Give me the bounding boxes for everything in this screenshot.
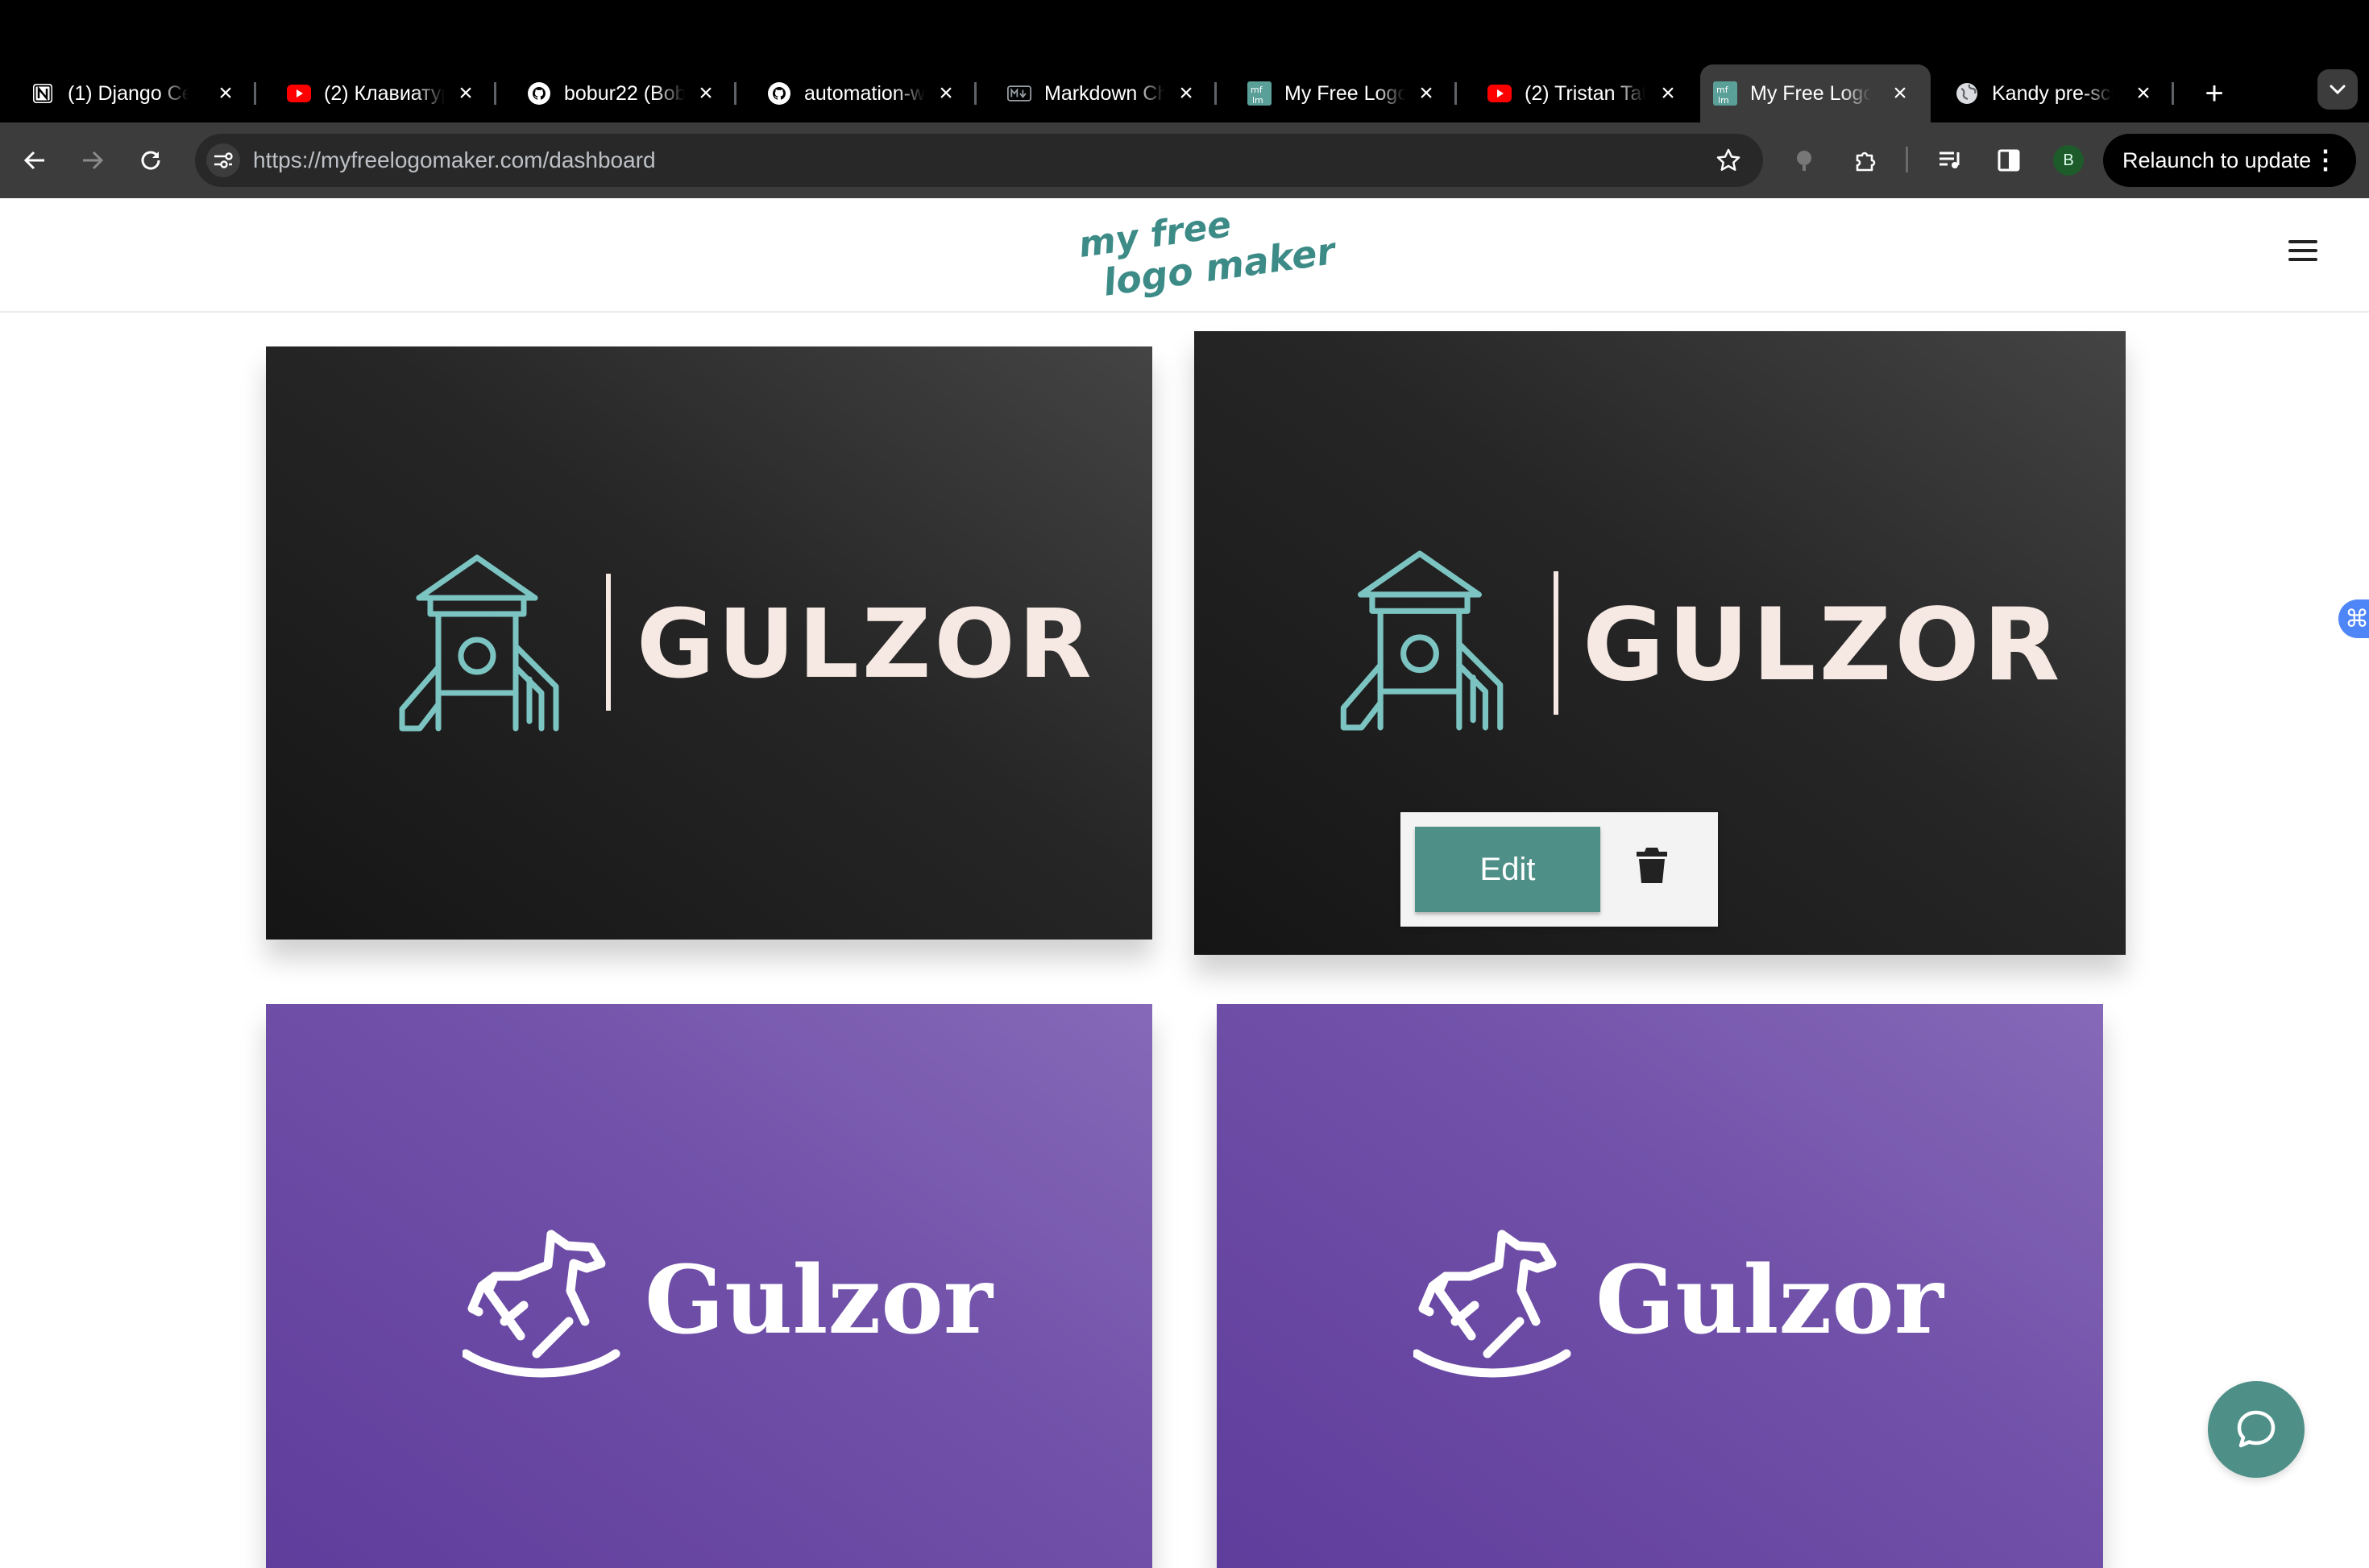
logo-card[interactable]: Gulzor — [1217, 1004, 2103, 1568]
tab-title: (2) Клавиатура — [324, 81, 445, 105]
tab-title: (2) Tristan Tate — [1525, 81, 1645, 105]
trash-icon[interactable] — [1634, 846, 1670, 885]
tab-markdown[interactable]: Markdown Cheatsheet × — [977, 64, 1217, 122]
tab-youtube-keyboard[interactable]: (2) Клавиатура × — [256, 64, 496, 122]
window-top-bar — [0, 0, 2369, 64]
tab-strip: (1) Django Celery × (2) Клавиатура × bob… — [0, 64, 2369, 122]
tab-separator — [2172, 82, 2174, 105]
close-icon[interactable]: × — [1413, 80, 1439, 106]
chevron-down-icon — [2330, 85, 2346, 95]
tab-title: (1) Django Celery — [68, 81, 189, 105]
logo-card[interactable]: Gulzor — [266, 1004, 1152, 1568]
markdown-icon — [1007, 81, 1031, 106]
site-header: my free logo maker — [0, 198, 2369, 313]
menu-dots-icon[interactable]: ⋮ — [2313, 145, 2338, 174]
close-icon[interactable]: × — [1173, 80, 1199, 106]
close-icon[interactable]: × — [1655, 80, 1681, 106]
youtube-icon — [1487, 81, 1512, 106]
tab-mflm-1[interactable]: mflm My Free Logo Maker × — [1217, 64, 1457, 122]
address-bar[interactable]: https://myfreelogomaker.com/dashboard — [195, 134, 1763, 187]
rocking-horse-icon — [1413, 1230, 1571, 1378]
close-icon[interactable]: × — [453, 80, 479, 106]
extensions-puzzle-icon[interactable] — [1847, 142, 1884, 179]
extension-shortcut-icon[interactable]: ⌘ — [2338, 599, 2369, 638]
arrow-left-icon — [23, 151, 44, 170]
divider-bar — [1554, 571, 1558, 715]
tab-title: Markdown Cheatsheet — [1044, 81, 1165, 105]
playground-slide-icon — [399, 554, 559, 732]
svg-text:mf: mf — [1251, 85, 1263, 95]
toolbar-separator — [1906, 147, 1908, 172]
github-icon — [767, 81, 791, 106]
tab-search-button[interactable] — [2317, 69, 2358, 110]
svg-text:mf: mf — [1716, 85, 1729, 95]
tab-youtube-tristan[interactable]: (2) Tristan Tate × — [1457, 64, 1699, 122]
reload-button[interactable] — [132, 142, 169, 179]
svg-text:lm: lm — [1252, 95, 1263, 106]
bookmark-star-icon[interactable] — [1713, 145, 1744, 176]
edit-button[interactable]: Edit — [1415, 827, 1600, 912]
site-logo[interactable]: my free logo maker — [1076, 204, 1338, 305]
url-path: /dashboard — [542, 147, 656, 172]
tab-kandy[interactable]: Kandy pre-school × — [1932, 64, 2174, 122]
tab-title: My Free Logo Maker — [1284, 81, 1405, 105]
svg-text:lm: lm — [1718, 95, 1729, 106]
brand-name: GULZOR — [1583, 587, 2064, 703]
youtube-icon — [287, 81, 311, 106]
mflm-icon: mf lm — [1713, 81, 1737, 106]
chat-icon — [2237, 1410, 2276, 1448]
logo-card[interactable]: GULZOR — [266, 346, 1152, 940]
mflm-icon: mf lm — [1247, 81, 1272, 106]
tab-title: automation-web — [804, 81, 925, 105]
logo-actions-panel: Edit — [1400, 812, 1718, 927]
side-panel-icon[interactable] — [1990, 142, 2027, 179]
github-icon — [527, 81, 551, 106]
tab-django[interactable]: (1) Django Celery × — [0, 64, 256, 122]
hamburger-menu-icon[interactable] — [2288, 240, 2317, 263]
media-queue-icon[interactable] — [1932, 142, 1969, 179]
site-settings-icon[interactable] — [206, 143, 240, 177]
url-text: https://myfreelogomaker.com/dashboard — [253, 147, 656, 173]
divider-bar — [606, 574, 611, 711]
chat-support-button[interactable] — [2208, 1381, 2305, 1478]
playground-slide-icon — [1340, 550, 1504, 731]
profile-avatar[interactable]: B — [2053, 145, 2084, 176]
relaunch-label: Relaunch to update — [2122, 147, 2312, 172]
rocking-horse-icon — [463, 1230, 620, 1378]
forward-button[interactable] — [74, 142, 111, 179]
notion-icon — [31, 81, 55, 106]
close-icon[interactable]: × — [2130, 80, 2156, 106]
close-icon[interactable]: × — [693, 80, 719, 106]
brand-name: Gulzor — [645, 1246, 993, 1355]
brand-name: Gulzor — [1595, 1246, 1944, 1355]
close-icon[interactable]: × — [1887, 80, 1913, 106]
tab-title: Kandy pre-school — [1992, 81, 2113, 105]
tab-mflm-active[interactable]: mflm My Free Logo Maker × — [1700, 64, 1931, 122]
tab-github-bobur[interactable]: bobur22 (Bobur) × — [496, 64, 736, 122]
brand-name: GULZOR — [637, 588, 1095, 699]
tab-title: My Free Logo Maker — [1750, 81, 1871, 105]
globe-icon — [1955, 81, 1979, 106]
close-icon[interactable]: × — [213, 80, 239, 106]
reload-icon — [141, 151, 160, 170]
lens-extension-icon[interactable] — [1787, 142, 1824, 179]
back-button[interactable] — [16, 142, 53, 179]
arrow-right-icon — [83, 151, 104, 170]
new-tab-button[interactable]: + — [2190, 64, 2238, 122]
relaunch-button[interactable]: Relaunch to update ⋮ — [2103, 134, 2356, 187]
url-host: https://myfreelogomaker.com — [253, 147, 543, 172]
tab-github-automation[interactable]: automation-web × — [736, 64, 977, 122]
browser-toolbar: https://myfreelogomaker.com/dashboard B … — [0, 122, 2369, 198]
tab-title: bobur22 (Bobur) — [564, 81, 685, 105]
close-icon[interactable]: × — [933, 80, 959, 106]
